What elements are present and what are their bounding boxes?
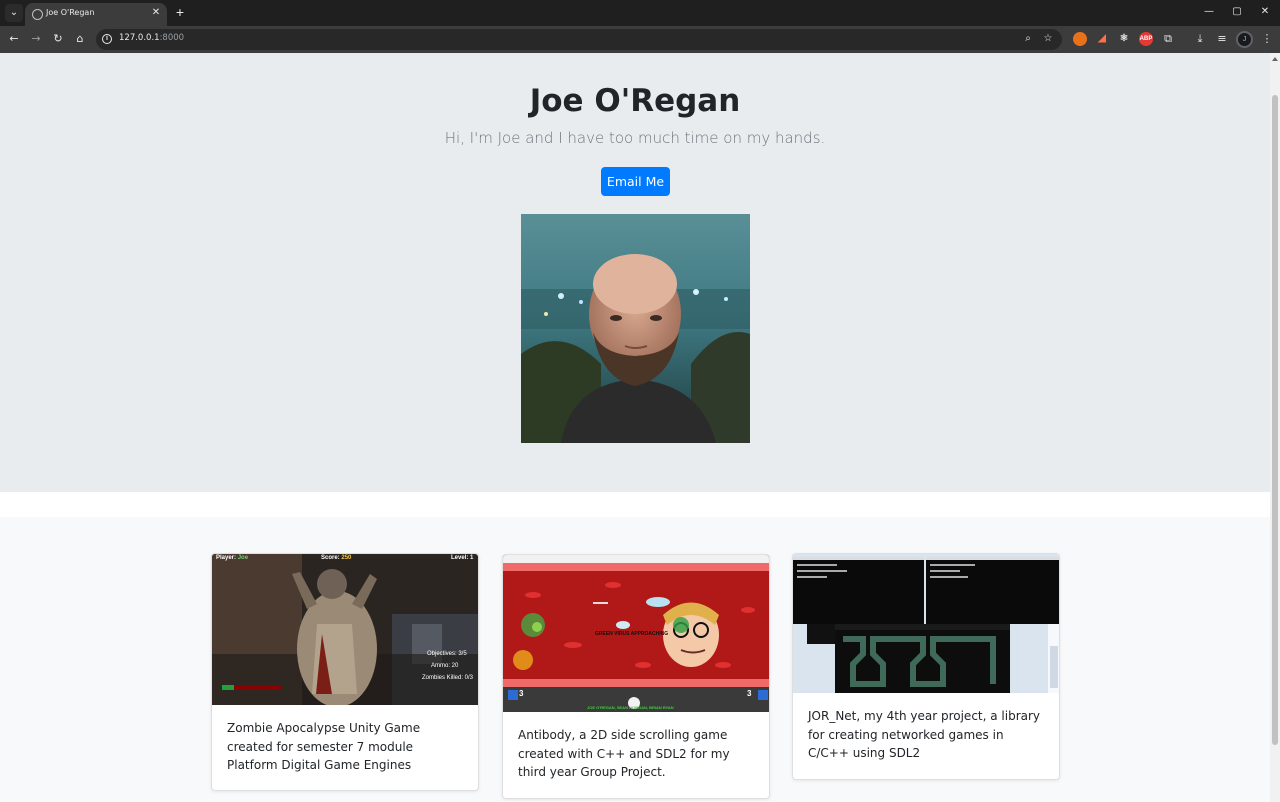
extension-react-icon[interactable]: ⚛ [1117, 32, 1131, 46]
maximize-window-button[interactable]: ▢ [1223, 0, 1251, 24]
antibody-credits: JOE O'REGAN, SEAN HORGAN, BRIAN RYAN [587, 705, 674, 710]
page-viewport: Joe O'Regan Hi, I'm Joe and I have too m… [0, 53, 1270, 802]
forward-arrow-icon[interactable]: → [27, 30, 45, 48]
browser-tab-strip: ⌄ Joe O'Regan ✕ + — ▢ ✕ [0, 0, 1280, 26]
hud-score-label: Score: [321, 555, 340, 561]
profile-photo [521, 214, 750, 443]
hud-level-value: 1 [470, 555, 474, 561]
browser-tab[interactable]: Joe O'Regan ✕ [25, 3, 167, 26]
card-text: Antibody, a 2D side scrolling game creat… [518, 728, 730, 779]
extension-orange-icon[interactable] [1073, 32, 1087, 46]
download-icon[interactable]: ⤓ [1192, 31, 1208, 47]
projects-album: Player: Joe Score: 250 Level: 1 Objectiv… [0, 517, 1270, 802]
hero-subtitle: Hi, I'm Joe and I have too much time on … [444, 129, 826, 147]
hud-objectives: Objectives: 3/5 [427, 651, 467, 657]
hud-ammo: Ammo: 20 [431, 663, 459, 669]
zoom-icon[interactable]: ⌕ [1021, 32, 1035, 46]
site-info-icon[interactable]: i [102, 34, 112, 44]
back-arrow-icon[interactable]: ← [5, 30, 23, 48]
new-tab-button[interactable]: + [172, 4, 188, 20]
scrollbar-thumb[interactable] [1272, 95, 1278, 745]
tab-close-icon[interactable]: ✕ [150, 6, 162, 20]
tab-search-chevron-icon[interactable]: ⌄ [5, 4, 23, 22]
hud-score-value: 250 [341, 555, 352, 561]
project-card-zombie[interactable]: Player: Joe Score: 250 Level: 1 Objectiv… [211, 553, 479, 791]
zombie-game-screenshot[interactable]: Player: Joe Score: 250 Level: 1 Objectiv… [212, 554, 478, 707]
home-icon[interactable]: ⌂ [71, 30, 89, 48]
card-text: JOR_Net, my 4th year project, a library … [808, 709, 1041, 760]
hud-player-label: Player: [216, 555, 237, 561]
extension-flag-icon[interactable]: ◢ [1095, 32, 1109, 46]
hud-zombies-killed: Zombies Killed: 0/3 [422, 675, 474, 681]
reading-list-icon[interactable]: ≡ [1214, 31, 1230, 47]
close-window-button[interactable]: ✕ [1251, 0, 1279, 24]
url-text[interactable]: 127.0.0.1:8000 [119, 33, 184, 43]
extensions-puzzle-icon[interactable]: ⧉ [1160, 31, 1176, 47]
reload-icon[interactable]: ↻ [49, 30, 67, 48]
hero-jumbotron: Joe O'Regan Hi, I'm Joe and I have too m… [0, 53, 1270, 492]
project-card-antibody[interactable]: GREEN VIRUS APPROACHING 3 3 JOE O'REGAN,… [502, 554, 770, 799]
hud-player-name: Joe [237, 555, 249, 561]
card-text: Zombie Apocalypse Unity Game created for… [227, 721, 421, 772]
bookmark-star-icon[interactable]: ☆ [1041, 32, 1055, 46]
jornet-screenshot[interactable] [793, 554, 1059, 693]
address-bar[interactable]: i 127.0.0.1:8000 ⌕ ☆ [96, 29, 1062, 50]
adblock-icon[interactable]: ABP [1139, 32, 1153, 46]
scroll-up-arrow-icon[interactable] [1272, 57, 1278, 61]
project-card-jornet[interactable]: JOR_Net, my 4th year project, a library … [792, 553, 1060, 780]
globe-icon [32, 9, 43, 20]
tab-title: Joe O'Regan [46, 8, 95, 17]
browser-toolbar: ← → ↻ ⌂ i 127.0.0.1:8000 ⌕ ☆ ◢ ⚛ ABP ⧉ ⤓… [0, 26, 1280, 53]
antibody-right-count: 3 [747, 689, 752, 698]
antibody-banner-text: GREEN VIRUS APPROACHING [595, 631, 669, 637]
hud-level-label: Level: [451, 555, 469, 561]
menu-kebab-icon[interactable]: ⋮ [1259, 31, 1275, 47]
antibody-left-count: 3 [519, 689, 524, 698]
page-scrollbar[interactable] [1270, 53, 1280, 802]
minimize-window-button[interactable]: — [1195, 0, 1223, 24]
profile-avatar[interactable]: J [1236, 31, 1253, 48]
email-me-button[interactable]: Email Me [601, 167, 670, 196]
page-title: Joe O'Regan [529, 83, 741, 119]
antibody-game-screenshot[interactable]: GREEN VIRUS APPROACHING 3 3 JOE O'REGAN,… [503, 555, 769, 712]
